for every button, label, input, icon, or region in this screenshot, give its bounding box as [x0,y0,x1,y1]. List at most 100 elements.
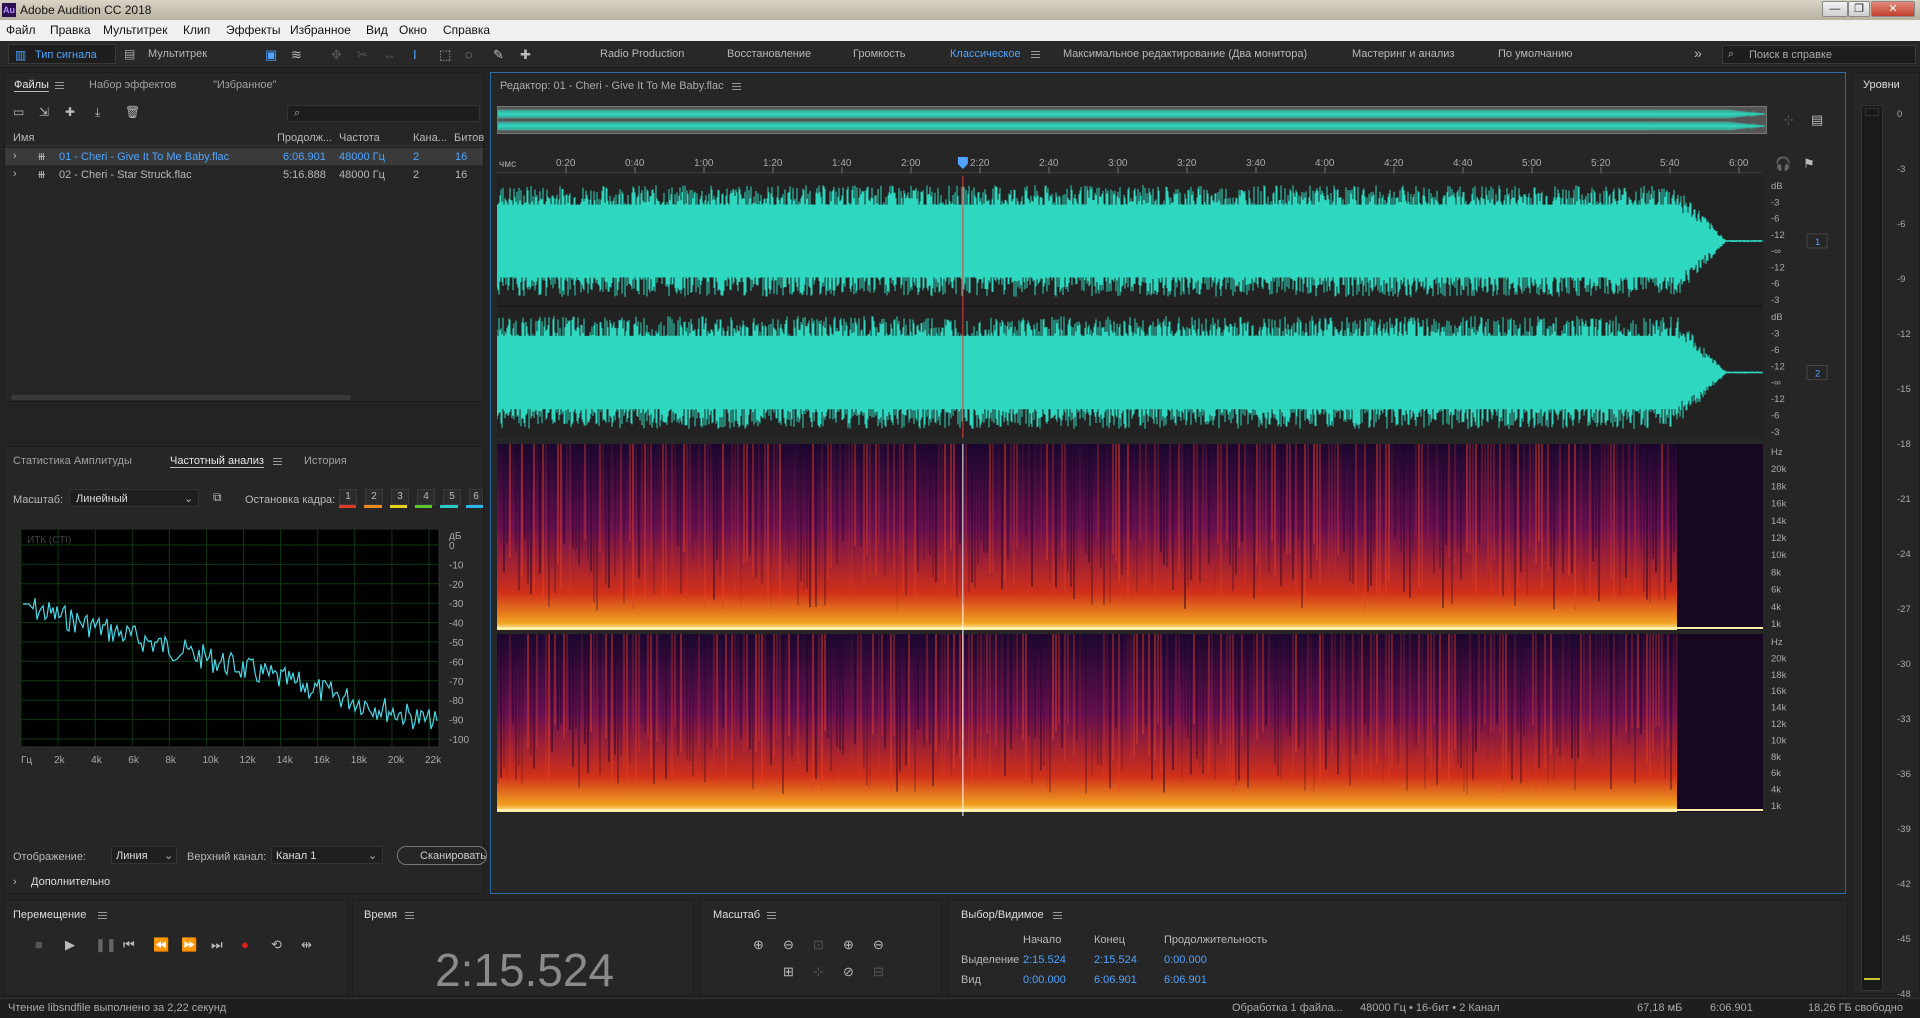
new-file-icon[interactable]: ✚ [65,106,75,119]
zoom-menu-icon[interactable] [767,912,776,919]
freeze-button-3[interactable]: 3 [391,489,409,505]
zoom-out-full-icon[interactable]: ⊡ [813,938,824,951]
record-icon[interactable]: ● [241,938,249,951]
marquee-tool-icon[interactable]: ⬚ [439,48,451,61]
slip-tool-icon[interactable]: ↔ [383,48,396,61]
move-tool-icon[interactable]: ✥ [331,48,342,61]
copy-icon[interactable]: ⧉ [213,491,222,504]
skip-selection-icon[interactable]: ⇹ [301,938,312,951]
col-rate[interactable]: Частота [339,132,380,144]
zoom-selection-icon[interactable]: ⊞ [783,965,794,978]
current-time-display[interactable]: 2:15.524 [435,943,614,997]
pitch-display-icon[interactable]: ≋ [291,48,302,61]
open-file-icon[interactable]: ▭ [13,106,24,119]
advanced-toggle[interactable]: Дополнительно [31,876,110,888]
channel-label[interactable]: 1 [1815,237,1820,248]
view-duration[interactable]: 6:06.901 [1164,974,1207,986]
lasso-tool-icon[interactable]: ◌ [465,48,473,61]
zoom-in-amplitude-icon[interactable]: ⊕ [753,938,764,951]
selection-menu-icon[interactable] [1053,912,1062,919]
play-icon[interactable]: ▶ [65,938,75,951]
menu-effects[interactable]: Эффекты [226,23,281,37]
files-panel-menu-icon[interactable] [55,82,64,89]
time-menu-icon[interactable] [405,912,414,919]
time-ruler[interactable]: чмс 0:20 0:40 1:00 1:20 1:40 2:00 2:20 2:40 3:00 3… [497,155,1763,173]
expand-icon[interactable]: › [13,150,17,162]
workspace-menu-icon[interactable] [1031,51,1040,58]
headphones-icon[interactable]: 🎧 [1775,157,1791,170]
workspace-default[interactable]: По умолчанию [1498,48,1572,60]
expand-advanced-icon[interactable]: › [13,876,17,888]
clip-indicator[interactable] [1865,108,1879,116]
insert-multitrack-icon[interactable]: ⤓ [95,106,100,119]
workspace-restoration[interactable]: Восстановление [727,48,811,60]
freeze-button-1[interactable]: 1 [339,489,357,505]
workspace-loudness[interactable]: Громкость [853,48,905,60]
table-row[interactable]: › ⧻ 01 - Cheri - Give It To Me Baby.flac… [5,148,483,165]
zoom-out-time-icon[interactable]: ⊖ [873,938,884,951]
selection-duration[interactable]: 0:00.000 [1164,954,1207,966]
channel-label[interactable]: 2 [1815,369,1820,380]
tab-effects-rack[interactable]: Набор эффектов [89,79,176,91]
menu-view[interactable]: Вид [366,23,388,37]
menu-favorites[interactable]: Избранное [290,23,351,37]
tab-history[interactable]: История [304,455,347,467]
waveform-mode-button[interactable]: ▥ Тип сигнала [8,44,116,64]
col-bits[interactable]: Битов [454,132,484,144]
workspace-classic[interactable]: Классическое [950,48,1021,60]
freeze-button-2[interactable]: 2 [365,489,383,505]
pause-icon[interactable]: ❚❚ [95,938,117,951]
col-name[interactable]: Имя [13,132,34,144]
menu-window[interactable]: Окно [399,23,427,37]
minimize-button[interactable]: — [1822,1,1848,17]
menu-clip[interactable]: Клип [183,23,210,37]
tab-frequency-analysis[interactable]: Частотный анализ [170,455,264,468]
skip-to-start-icon[interactable]: ⏮ [123,938,135,951]
file-filter-input[interactable]: ⌕ [287,105,480,122]
delete-file-icon[interactable]: 🗑 [125,106,140,119]
spectral-display-icon[interactable]: ▣ [265,48,277,61]
overview-toggle-icon[interactable]: ▤ [1811,113,1823,126]
multitrack-mode-button[interactable]: ▤ Мультитрек [120,44,220,64]
view-end[interactable]: 6:06.901 [1094,974,1137,986]
selection-start[interactable]: 2:15.524 [1023,954,1066,966]
close-button[interactable]: ✕ [1871,1,1915,17]
freeze-button-5[interactable]: 5 [443,489,461,505]
help-search-field[interactable]: ⌕ Поиск в справке [1722,45,1916,64]
menu-multitrack[interactable]: Мультитрек [103,23,167,37]
time-selection-tool-icon[interactable]: I [413,48,417,61]
zoom-in-point-out-icon[interactable]: ⊘ [843,965,854,978]
workspace-max-edit[interactable]: Максимальное редактирование (Два монитор… [1063,48,1307,60]
zoom-out-point-icon[interactable]: ⊟ [873,965,884,978]
playhead-handle[interactable] [957,157,968,169]
menu-help[interactable]: Справка [443,23,490,37]
waveform-and-spectrum[interactable]: dB -3 -6 -12 -∞ -12 -6 -3 1 dB -3 -6 -12 -∞ -12 -6 -3 2 Hz… [497,176,1847,894]
workspace-radio-production[interactable]: Radio Production [600,48,684,60]
zoom-in-point-icon[interactable]: ⊹ [813,965,824,978]
selection-end[interactable]: 2:15.524 [1094,954,1137,966]
maximize-button[interactable]: ❐ [1848,1,1870,17]
tab-amplitude-stats[interactable]: Статистика Амплитуды [13,455,132,467]
files-scrollbar[interactable] [11,395,351,400]
analysis-menu-icon[interactable] [273,458,282,465]
freeze-button-4[interactable]: 4 [417,489,435,505]
import-file-icon[interactable]: ⇲ [39,106,49,119]
freeze-button-6[interactable]: 6 [469,489,483,505]
table-row[interactable]: › ⧻ 02 - Cheri - Star Struck.flac 5:16.8… [5,166,483,183]
tab-files[interactable]: Файлы [14,79,49,92]
fast-forward-icon[interactable]: ⏩ [181,938,197,951]
scale-select[interactable]: Линейный ⌄ [69,489,199,507]
scan-button[interactable]: Сканировать [397,846,487,865]
marker-pin-icon[interactable]: ⚑ [1803,157,1815,170]
razor-tool-icon[interactable]: ✂ [357,48,368,61]
workspace-mastering[interactable]: Мастеринг и анализ [1352,48,1454,60]
stop-icon[interactable]: ■ [35,938,43,951]
menu-edit[interactable]: Правка [50,23,91,37]
transport-menu-icon[interactable] [98,912,107,919]
zoom-lock-icon[interactable]: ⊹ [1783,113,1794,126]
zoom-in-time-icon[interactable]: ⊕ [843,938,854,951]
expand-icon[interactable]: › [13,168,17,180]
display-select[interactable]: Линия ⌄ [111,846,177,864]
spot-healing-tool-icon[interactable]: ✚ [520,48,531,61]
channel-select[interactable]: Канал 1 ⌄ [271,846,383,864]
